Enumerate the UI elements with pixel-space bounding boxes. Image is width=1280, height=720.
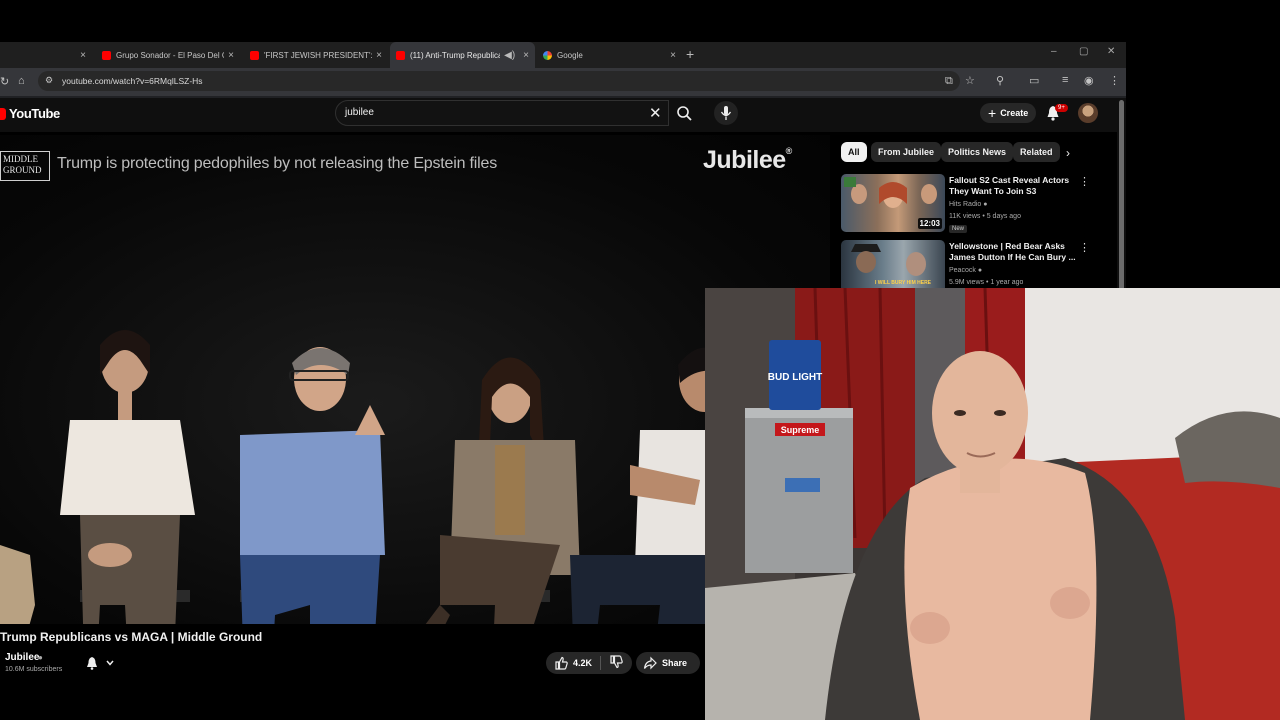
install-icon[interactable]: ⧉	[945, 75, 953, 88]
youtube-logo[interactable]: YouTube	[0, 106, 60, 121]
youtube-play-icon	[0, 107, 6, 120]
middle-ground-logo: MIDDLE GROUND	[0, 151, 50, 181]
youtube-icon	[396, 50, 405, 60]
webcam-feed-image: BUD LIGHT Supreme	[705, 288, 1280, 720]
close-window-icon[interactable]: ✕	[1107, 46, 1115, 57]
subscribed-notification-button[interactable]	[85, 654, 121, 672]
search-button[interactable]	[670, 100, 700, 126]
minimize-icon[interactable]: –	[1051, 46, 1057, 57]
menu-dots-icon[interactable]: ⋮	[1109, 74, 1120, 87]
verified-icon: ●	[983, 201, 988, 208]
webcam-overlay: BUD LIGHT Supreme	[705, 288, 1280, 720]
like-button[interactable]: 4.2K	[554, 656, 592, 670]
new-tab-button[interactable]: +	[686, 46, 694, 62]
divider	[600, 656, 602, 670]
recommendation-channel[interactable]: Hits Radio ●	[949, 201, 987, 208]
chevron-right-icon[interactable]: ›	[1066, 146, 1070, 160]
fridge-can-label: BUD LIGHT	[768, 372, 822, 383]
tab-first-jewish-president[interactable]: 'FIRST JEWISH PRESIDENT': Ad… ×	[244, 42, 388, 68]
dislike-button[interactable]	[609, 655, 623, 671]
subscriber-count: 10.6M subscribers	[5, 666, 63, 673]
url-text: youtube.com/watch?v=6RMqlLSZ-Hs	[62, 76, 203, 86]
channel-name[interactable]: Jubilee	[5, 652, 39, 663]
bookmark-star-icon[interactable]: ☆	[965, 74, 975, 87]
share-button[interactable]: Share	[636, 652, 700, 674]
search-icon	[677, 106, 692, 121]
recommendation-title[interactable]: Yellowstone | Red Bear Asks James Dutton…	[949, 241, 1077, 263]
close-icon[interactable]: ×	[80, 50, 86, 61]
youtube-icon	[250, 50, 259, 60]
recommendation-title[interactable]: Fallout S2 Cast Reveal Actors They Want …	[949, 175, 1077, 197]
thumbnail-caption: I WILL BURY HIM HERE	[875, 280, 932, 286]
side-panel-icon[interactable]: ▭	[1029, 74, 1039, 87]
tab-google[interactable]: Google ×	[537, 42, 682, 68]
recommendation-meta: 11K views • 5 days ago	[949, 213, 1021, 220]
youtube-icon	[102, 50, 111, 60]
search-input[interactable]	[335, 100, 669, 126]
recommendation-channel[interactable]: Peacock ●	[949, 267, 982, 274]
chip-politics-news[interactable]: Politics News	[941, 142, 1014, 162]
site-info-icon[interactable]: ⚙	[45, 75, 53, 86]
recommendation-meta: 5.9M views • 1 year ago	[949, 279, 1024, 286]
maximize-icon[interactable]: ▢	[1079, 46, 1088, 57]
search-query: jubilee	[345, 107, 374, 118]
close-icon[interactable]: ×	[523, 50, 529, 61]
more-actions-icon[interactable]: ⋮	[1079, 175, 1090, 188]
fridge-sticker-label: Supreme	[781, 425, 820, 435]
thumbs-down-icon	[610, 655, 623, 669]
verified-icon: ●	[38, 653, 43, 662]
tab-strip: Grupo Sonador - El Paso Del Gi × 'FIRST …	[0, 42, 1126, 68]
recommendation-thumbnail[interactable]: 12:03	[841, 174, 945, 232]
chip-from-jubilee[interactable]: From Jubilee	[871, 142, 942, 162]
microphone-icon	[720, 106, 732, 120]
profile-icon[interactable]: ◉	[1084, 74, 1094, 87]
home-icon[interactable]: ⌂	[18, 75, 25, 87]
reload-icon[interactable]: ↻	[0, 75, 9, 88]
video-title: Trump Republicans vs MAGA | Middle Groun…	[0, 630, 263, 644]
speaker-icon[interactable]: ◀)	[504, 50, 515, 61]
close-icon[interactable]: ×	[376, 50, 382, 61]
extensions-icon[interactable]: ⚲	[996, 74, 1004, 87]
verified-icon: ●	[977, 267, 983, 274]
chip-related[interactable]: Related	[1013, 142, 1060, 162]
create-button[interactable]: + Create	[980, 103, 1037, 123]
like-dislike-pill: 4.2K	[546, 652, 632, 674]
avatar[interactable]	[1078, 103, 1098, 123]
thumbs-up-icon	[555, 656, 568, 670]
tab-partial[interactable]: ×	[0, 42, 92, 68]
media-controls-icon[interactable]: ≡	[1062, 74, 1068, 86]
new-badge: New	[949, 225, 968, 233]
more-actions-icon[interactable]: ⋮	[1079, 241, 1090, 254]
google-icon	[543, 50, 552, 60]
tab-anti-trump-republican[interactable]: (11) Anti-Trump Republican ◀) ×	[390, 42, 535, 68]
bell-icon	[87, 657, 97, 670]
chip-all[interactable]: All	[841, 142, 867, 162]
share-icon	[643, 656, 657, 670]
video-overlay-caption: Trump is protecting pedophiles by not re…	[57, 155, 497, 172]
close-icon[interactable]: ×	[228, 50, 234, 61]
close-icon[interactable]: ×	[670, 50, 676, 61]
chevron-down-icon	[106, 660, 114, 666]
clear-search-icon[interactable]: ✕	[649, 104, 662, 122]
recommendation-thumbnail[interactable]: I WILL BURY HIM HERE	[841, 240, 945, 288]
scrollbar-thumb[interactable]	[1119, 100, 1124, 290]
plus-icon: +	[988, 105, 997, 121]
jubilee-watermark: Jubilee®	[703, 146, 792, 174]
tab-grupo-sonador[interactable]: Grupo Sonador - El Paso Del Gi ×	[96, 42, 240, 68]
voice-search-button[interactable]	[714, 101, 738, 125]
notification-count-badge: 9+	[1055, 104, 1068, 112]
